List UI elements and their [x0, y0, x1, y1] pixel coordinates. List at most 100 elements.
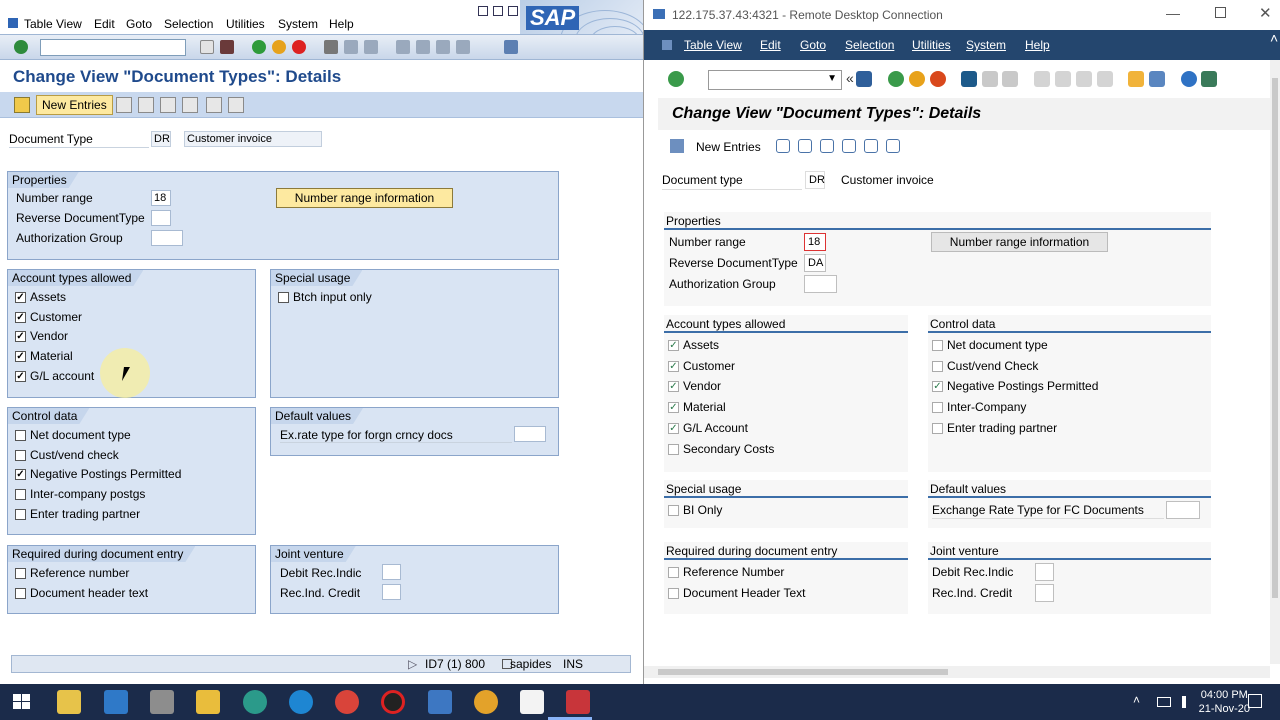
next-entry-icon[interactable]	[864, 139, 878, 153]
menu-utilities[interactable]: Utilities	[226, 17, 265, 31]
chevron-up-icon[interactable]: ˄	[1133, 693, 1140, 707]
minimize-icon[interactable]: —	[1166, 5, 1180, 21]
next-page-icon[interactable]	[436, 40, 450, 54]
checkbox-assets[interactable]: ✓	[668, 340, 679, 351]
first-page-icon[interactable]	[1034, 71, 1050, 87]
checkbox-enter-trading-partner[interactable]	[932, 422, 943, 434]
next-entry-icon[interactable]	[206, 97, 222, 113]
next-page-icon[interactable]	[1076, 71, 1092, 87]
previous-page-icon[interactable]	[416, 40, 430, 54]
command-field[interactable]: ▼	[708, 70, 842, 90]
undo-icon[interactable]	[820, 139, 834, 153]
checkbox-cust-vend-check[interactable]	[932, 360, 943, 372]
notifications-icon[interactable]	[1248, 694, 1262, 708]
internet-explorer-icon[interactable]	[289, 690, 313, 714]
reverse-doc-type-field[interactable]	[151, 210, 171, 226]
find-next-icon[interactable]	[1002, 71, 1018, 87]
display-change-icon[interactable]	[14, 97, 30, 113]
back-icon[interactable]	[252, 40, 266, 54]
checkbox-g-l-account[interactable]: ✓	[668, 422, 679, 434]
menu-goto[interactable]: Goto	[800, 38, 826, 52]
checkbox-net-document-type[interactable]	[932, 340, 943, 351]
cancel-icon[interactable]	[930, 71, 946, 87]
minimize-icon[interactable]	[478, 6, 488, 16]
find-icon[interactable]	[982, 71, 998, 87]
first-page-icon[interactable]	[396, 40, 410, 54]
close-icon[interactable]: ✕	[1259, 4, 1272, 22]
previous-entry-icon[interactable]	[182, 97, 198, 113]
find-next-icon[interactable]	[364, 40, 378, 54]
doc-type-field[interactable]: DR	[151, 131, 171, 147]
vertical-scrollbar[interactable]	[1270, 60, 1280, 664]
doc-type-field[interactable]: DR	[805, 171, 825, 189]
auth-group-field[interactable]	[151, 230, 183, 246]
save-icon[interactable]	[220, 40, 234, 54]
horizontal-scrollbar[interactable]	[644, 666, 1270, 678]
checkbox-enter-trading-partner[interactable]	[15, 508, 26, 520]
record-icon[interactable]	[381, 690, 405, 714]
sap-logon-icon[interactable]	[566, 690, 590, 714]
menu-table-view[interactable]: Table View	[684, 38, 742, 52]
network-icon[interactable]	[1157, 697, 1171, 707]
back-icon[interactable]	[888, 71, 904, 87]
print-icon[interactable]	[324, 40, 338, 54]
checkbox-reference-number[interactable]	[15, 568, 26, 579]
edge-icon[interactable]	[243, 690, 267, 714]
last-page-icon[interactable]	[456, 40, 470, 54]
layout-menu-icon[interactable]	[1201, 71, 1217, 87]
checkbox-bi-only[interactable]	[668, 505, 679, 516]
menu-system[interactable]: System	[966, 38, 1006, 52]
app-icon[interactable]	[57, 690, 81, 714]
undo-icon[interactable]	[160, 97, 176, 113]
number-range-field[interactable]: 18	[804, 233, 826, 251]
debit-rec-indic-field[interactable]	[382, 564, 401, 580]
cancel-icon[interactable]	[292, 40, 306, 54]
checkbox-inter-company[interactable]	[932, 402, 943, 414]
menu-system[interactable]: System	[278, 17, 318, 31]
save-icon[interactable]	[856, 71, 872, 87]
checkbox-document-header-text[interactable]	[15, 587, 26, 599]
number-range-info-button[interactable]: Number range information	[931, 232, 1108, 252]
notepad-icon[interactable]	[520, 690, 544, 714]
display-change-icon[interactable]	[670, 139, 684, 153]
exrate-type-field[interactable]	[1166, 501, 1200, 519]
status-expand-icon[interactable]: ▷	[408, 657, 417, 671]
menu-help[interactable]: Help	[1025, 38, 1050, 52]
new-session-icon[interactable]	[1128, 71, 1144, 87]
previous-entry-icon[interactable]	[842, 139, 856, 153]
maximize-icon[interactable]	[493, 6, 503, 16]
number-range-info-button[interactable]: Number range information	[276, 188, 453, 208]
credit-rec-indic-field[interactable]	[1035, 584, 1054, 602]
menu-edit[interactable]: Edit	[94, 17, 115, 31]
reverse-doc-type-field[interactable]: DA	[804, 254, 826, 272]
windows-start-icon[interactable]	[10, 690, 34, 714]
mail-icon[interactable]	[104, 690, 128, 714]
new-entries-button[interactable]: New Entries	[696, 140, 761, 154]
volume-icon[interactable]	[1182, 696, 1192, 708]
chrome-icon[interactable]	[335, 690, 359, 714]
new-entries-button[interactable]: New Entries	[36, 95, 113, 115]
collapse-left-icon[interactable]: «	[846, 70, 854, 86]
number-range-field[interactable]: 18	[151, 190, 171, 206]
checkbox-vendor[interactable]: ✓	[15, 331, 26, 343]
chrome-icon-2[interactable]	[474, 690, 498, 714]
checkbox-secondary-costs[interactable]	[668, 443, 679, 455]
maximize-icon[interactable]	[1215, 7, 1226, 18]
back-arrow-icon[interactable]	[200, 40, 214, 54]
remote-desktop-icon[interactable]	[428, 690, 452, 714]
shortcut-icon[interactable]	[1149, 71, 1165, 87]
command-field[interactable]	[40, 39, 186, 56]
find-icon[interactable]	[344, 40, 358, 54]
checkbox-customer[interactable]: ✓	[668, 360, 679, 372]
previous-page-icon[interactable]	[1055, 71, 1071, 87]
exit-icon[interactable]	[272, 40, 286, 54]
checkbox-material[interactable]: ✓	[668, 402, 679, 414]
window-icon[interactable]	[8, 18, 18, 28]
menu-help[interactable]: Help	[329, 17, 354, 31]
select-all-icon[interactable]	[228, 97, 244, 113]
layout-menu-icon[interactable]	[504, 40, 518, 54]
select-all-icon[interactable]	[886, 139, 900, 153]
window-icon[interactable]	[662, 40, 672, 50]
checkbox-customer[interactable]: ✓	[15, 311, 26, 323]
delete-icon[interactable]	[798, 139, 812, 153]
